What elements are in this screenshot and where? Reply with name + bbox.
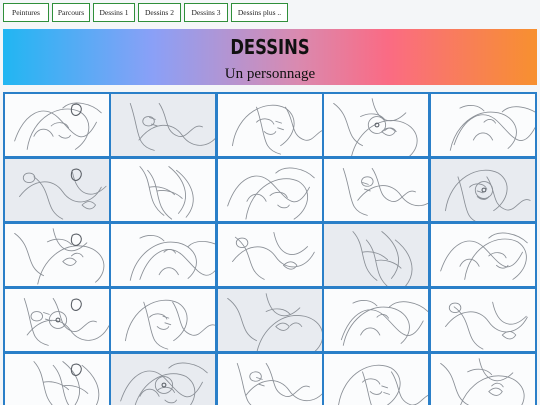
nav-dessins-1[interactable]: Dessins 1 (93, 3, 135, 22)
sketch-image (340, 300, 428, 346)
sketch-image (14, 102, 102, 150)
sketch-image (111, 94, 215, 156)
nav-dessins-2[interactable]: Dessins 2 (138, 3, 181, 22)
drawing-thumbnail[interactable] (109, 92, 217, 158)
drawing-gallery (3, 92, 537, 405)
drawing-thumbnail[interactable] (109, 352, 217, 405)
drawing-thumbnail[interactable] (109, 222, 217, 288)
sketch-image (342, 167, 428, 216)
sketch-image (324, 224, 428, 286)
nav-parcours[interactable]: Parcours (52, 3, 90, 22)
page-subtitle: Un personnage (224, 66, 316, 82)
drawing-thumbnail[interactable] (429, 157, 537, 223)
nav-dessins-3[interactable]: Dessins 3 (184, 3, 228, 22)
drawing-thumbnail[interactable] (429, 287, 537, 353)
drawing-thumbnail[interactable] (109, 157, 217, 223)
drawing-thumbnail[interactable] (322, 92, 430, 158)
drawing-thumbnail[interactable] (322, 157, 430, 223)
sketch-image (139, 166, 194, 220)
sketch-image (445, 301, 528, 350)
drawing-thumbnail[interactable] (216, 92, 324, 158)
sketch-image (5, 159, 109, 221)
drawing-thumbnail[interactable] (216, 287, 324, 353)
page-title: DESSINS (230, 35, 310, 59)
sketch-image (338, 364, 428, 405)
sketch-image (227, 167, 315, 220)
nav-peintures[interactable]: Peintures (3, 3, 49, 22)
drawing-thumbnail[interactable] (3, 157, 111, 223)
sketch-image (232, 104, 322, 155)
sketch-image (440, 232, 528, 280)
sketch-image (218, 289, 322, 351)
sketch-image (125, 299, 215, 350)
sketch-image (14, 228, 105, 285)
sketch-image (440, 358, 525, 405)
drawing-thumbnail[interactable] (216, 157, 324, 223)
nav-dessins-plus[interactable]: Dessins plus .. (231, 3, 288, 22)
drawing-thumbnail[interactable] (216, 222, 324, 288)
sketch-image (129, 235, 215, 281)
drawing-thumbnail[interactable] (429, 352, 537, 405)
sketch-image (236, 362, 322, 405)
drawing-thumbnail[interactable] (322, 352, 430, 405)
drawing-thumbnail[interactable] (3, 352, 111, 405)
sketch-image (23, 297, 109, 346)
drawing-thumbnail[interactable] (216, 352, 324, 405)
sketch-image (33, 361, 100, 405)
drawing-thumbnail[interactable] (109, 287, 217, 353)
top-nav: Peintures Parcours Dessins 1 Dessins 2 D… (0, 0, 540, 26)
drawing-thumbnail[interactable] (3, 92, 111, 158)
page-banner: DESSINS Un personnage (3, 29, 537, 85)
sketch-image (232, 232, 315, 280)
drawing-thumbnail[interactable] (3, 222, 111, 288)
sketch-image (449, 105, 535, 151)
drawing-thumbnail[interactable] (3, 287, 111, 353)
sketch-image (333, 98, 418, 156)
drawing-thumbnail[interactable] (429, 92, 537, 158)
sketch-image (431, 159, 535, 221)
drawing-thumbnail[interactable] (322, 287, 430, 353)
sketch-image (111, 354, 215, 405)
drawing-thumbnail[interactable] (429, 222, 537, 288)
drawing-thumbnail[interactable] (322, 222, 430, 288)
